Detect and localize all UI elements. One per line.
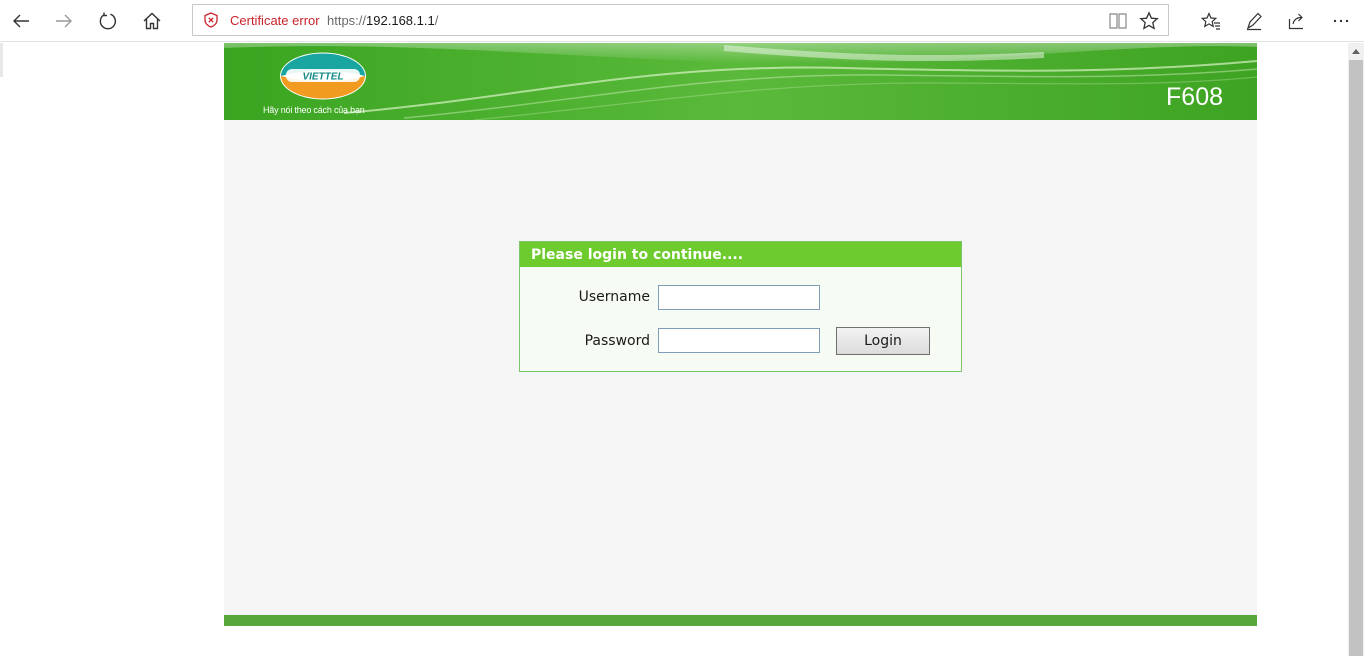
favorites-list-icon — [1201, 12, 1220, 30]
address-bar[interactable]: Certificate error https://192.168.1.1/ — [192, 4, 1169, 36]
chevron-up-icon — [1352, 49, 1360, 54]
url-host: 192.168.1.1 — [366, 13, 435, 28]
password-label: Password — [584, 333, 650, 349]
home-button[interactable] — [137, 6, 167, 36]
footer-bar — [224, 615, 1257, 626]
scroll-thumb[interactable] — [1349, 60, 1363, 656]
reading-view-icon[interactable] — [1108, 11, 1128, 31]
viettel-logo: VIETTEL — [280, 52, 366, 100]
left-edge-tab — [0, 43, 3, 77]
url-scheme: https:// — [327, 13, 367, 28]
back-button[interactable] — [6, 6, 36, 36]
url-path: / — [434, 13, 439, 28]
username-input[interactable] — [658, 285, 820, 310]
login-title: Please login to continue.... — [531, 247, 744, 263]
favorite-star-icon[interactable] — [1139, 11, 1159, 31]
refresh-button[interactable] — [93, 6, 123, 36]
url-text[interactable]: https://192.168.1.1/ — [327, 13, 438, 28]
model-name: F608 — [1166, 83, 1223, 111]
browser-toolbar: Certificate error https://192.168.1.1/ — [0, 0, 1364, 42]
banner-background — [224, 43, 1257, 120]
username-label: Username — [578, 289, 650, 305]
more-dots-icon — [1333, 19, 1349, 23]
more-button[interactable] — [1326, 6, 1356, 36]
arrow-left-icon — [13, 14, 29, 28]
forward-button[interactable] — [49, 6, 79, 36]
router-page: VIETTEL Hãy nói theo cách của bạn F608 P… — [224, 43, 1257, 626]
vertical-scrollbar[interactable] — [1348, 43, 1364, 656]
slogan-text: Hãy nói theo cách của bạn — [263, 105, 365, 115]
home-icon — [143, 12, 161, 30]
scroll-up-button[interactable] — [1348, 43, 1364, 59]
web-notes-button[interactable] — [1239, 6, 1269, 36]
share-icon — [1288, 13, 1303, 30]
certificate-error-label[interactable]: Certificate error — [230, 13, 320, 28]
login-panel: Please login to continue.... Username Pa… — [519, 241, 962, 372]
pen-icon — [1246, 12, 1262, 31]
password-input[interactable] — [658, 328, 820, 353]
login-button[interactable]: Login — [836, 327, 930, 355]
arrow-right-icon — [56, 14, 72, 28]
shield-error-icon[interactable] — [203, 12, 219, 28]
logo-text: VIETTEL — [302, 72, 343, 83]
refresh-icon — [99, 12, 117, 30]
header-banner: VIETTEL Hãy nói theo cách của bạn F608 — [224, 43, 1257, 120]
favorites-hub-button[interactable] — [1196, 6, 1226, 36]
share-button[interactable] — [1282, 6, 1312, 36]
login-header: Please login to continue.... — [520, 242, 961, 267]
